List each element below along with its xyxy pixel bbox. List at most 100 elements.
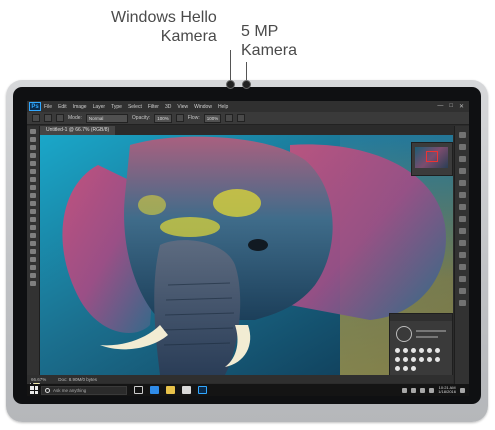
brush-tip-preset[interactable] bbox=[419, 348, 424, 353]
history-brush-tool-icon[interactable] bbox=[30, 201, 36, 206]
menu-3d[interactable]: 3D bbox=[165, 104, 171, 110]
mode-select[interactable]: Normal bbox=[85, 113, 128, 123]
shape-tool-icon[interactable] bbox=[30, 265, 36, 270]
marquee-tool-icon[interactable] bbox=[30, 137, 36, 142]
pressure-opacity-icon[interactable] bbox=[175, 114, 184, 122]
hand-tool-icon[interactable] bbox=[30, 273, 36, 278]
menu-select[interactable]: Select bbox=[128, 104, 142, 110]
menu-edit[interactable]: Edit bbox=[58, 104, 67, 110]
color-panel-icon[interactable] bbox=[459, 144, 466, 150]
brush-preset-picker[interactable] bbox=[44, 114, 52, 122]
brush-tool-icon[interactable] bbox=[32, 114, 40, 122]
tool-presets-panel-icon[interactable] bbox=[459, 288, 466, 294]
windows-hello-leader-line bbox=[230, 50, 231, 83]
menu-window[interactable]: Window bbox=[194, 104, 212, 110]
menu-type[interactable]: Type bbox=[111, 104, 122, 110]
menu-layer[interactable]: Layer bbox=[93, 104, 106, 110]
swatches-panel-icon[interactable] bbox=[459, 156, 466, 162]
5mp-camera-icon bbox=[242, 80, 251, 89]
navigator-view-box[interactable] bbox=[426, 151, 438, 162]
brush-panel-toggle[interactable] bbox=[56, 114, 64, 122]
brush-tip-preset[interactable] bbox=[435, 357, 440, 362]
eraser-tool-icon[interactable] bbox=[30, 209, 36, 214]
brush-hardness-slider[interactable] bbox=[416, 336, 438, 338]
cortana-search-box[interactable]: Ask me anything bbox=[41, 385, 127, 395]
eyedropper-tool-icon[interactable] bbox=[30, 169, 36, 174]
gradient-tool-icon[interactable] bbox=[30, 217, 36, 222]
healing-tool-icon[interactable] bbox=[30, 177, 36, 182]
paragraph-panel-icon[interactable] bbox=[459, 264, 466, 270]
styles-panel-icon[interactable] bbox=[459, 180, 466, 186]
file-explorer-icon[interactable] bbox=[166, 386, 175, 394]
brush-tip-preset[interactable] bbox=[411, 357, 416, 362]
edge-icon[interactable] bbox=[150, 386, 159, 394]
menu-file[interactable]: File bbox=[44, 104, 52, 110]
properties-panel-icon[interactable] bbox=[459, 228, 466, 234]
clone-stamp-tool-icon[interactable] bbox=[30, 193, 36, 198]
brush-tip-preset[interactable] bbox=[427, 348, 432, 353]
brush-tip-preset[interactable] bbox=[403, 357, 408, 362]
character-panel-icon[interactable] bbox=[459, 252, 466, 258]
navigator-panel[interactable] bbox=[411, 142, 453, 176]
brush-angle-dial[interactable] bbox=[396, 326, 412, 342]
path-select-tool-icon[interactable] bbox=[30, 257, 36, 262]
menu-filter[interactable]: Filter bbox=[148, 104, 159, 110]
quick-select-tool-icon[interactable] bbox=[30, 153, 36, 158]
battery-icon[interactable] bbox=[429, 387, 435, 393]
type-tool-icon[interactable] bbox=[30, 249, 36, 254]
info-panel-icon[interactable] bbox=[459, 240, 466, 246]
close-icon[interactable]: ✕ bbox=[459, 103, 464, 110]
paths-panel-icon[interactable] bbox=[459, 216, 466, 222]
zoom-level[interactable]: 66.67% bbox=[31, 377, 46, 382]
document-size-info[interactable]: Doc: 8.90M/0 bytes bbox=[58, 377, 97, 382]
menu-help[interactable]: Help bbox=[218, 104, 228, 110]
airbrush-icon[interactable] bbox=[225, 114, 234, 122]
lasso-tool-icon[interactable] bbox=[30, 145, 36, 150]
taskbar-clock[interactable]: 10:21 AM 1/18/2016 bbox=[438, 385, 456, 395]
dodge-tool-icon[interactable] bbox=[30, 233, 36, 238]
brush-tip-preset[interactable] bbox=[395, 357, 400, 362]
photoshop-icon[interactable] bbox=[198, 386, 207, 394]
blur-tool-icon[interactable] bbox=[30, 225, 36, 230]
layers-panel-icon[interactable] bbox=[459, 192, 466, 198]
brush-tip-preset[interactable] bbox=[435, 348, 440, 353]
store-icon[interactable] bbox=[182, 386, 191, 394]
crop-tool-icon[interactable] bbox=[30, 161, 36, 166]
search-placeholder: Ask me anything bbox=[53, 387, 87, 393]
opacity-field[interactable]: 100% bbox=[154, 113, 172, 123]
flow-field[interactable]: 100% bbox=[203, 113, 222, 123]
brush-tip-preset[interactable] bbox=[419, 357, 424, 362]
brush-tip-preset[interactable] bbox=[395, 366, 400, 371]
opacity-label: Opacity: bbox=[131, 115, 151, 121]
task-view-icon[interactable] bbox=[134, 386, 143, 394]
maximize-icon[interactable]: □ bbox=[449, 103, 453, 110]
brush-size-slider[interactable] bbox=[416, 330, 446, 332]
pressure-size-icon[interactable] bbox=[237, 114, 246, 122]
action-center-icon[interactable] bbox=[460, 387, 465, 393]
network-icon[interactable] bbox=[411, 387, 417, 393]
actions-panel-icon[interactable] bbox=[459, 300, 466, 306]
brush-panel-header[interactable] bbox=[390, 314, 452, 321]
brush-tip-preset[interactable] bbox=[411, 348, 416, 353]
brush-tip-preset[interactable] bbox=[411, 366, 416, 371]
chevron-up-icon[interactable] bbox=[402, 387, 408, 393]
windows-start-icon[interactable] bbox=[30, 386, 38, 394]
brush-tip-preset[interactable] bbox=[403, 366, 408, 371]
move-tool-icon[interactable] bbox=[30, 129, 36, 134]
zoom-tool-icon[interactable] bbox=[30, 281, 36, 286]
brush-tool-icon[interactable] bbox=[30, 185, 36, 190]
volume-icon[interactable] bbox=[420, 387, 426, 393]
brush-tip-preset[interactable] bbox=[427, 357, 432, 362]
adjustments-panel-icon[interactable] bbox=[459, 168, 466, 174]
pen-tool-icon[interactable] bbox=[30, 241, 36, 246]
menu-image[interactable]: Image bbox=[73, 104, 87, 110]
brush-settings-panel[interactable] bbox=[389, 313, 453, 377]
brush-tip-preset[interactable] bbox=[395, 348, 400, 353]
document-tab[interactable]: Untitled-1 @ 66.7% (RGB/8) bbox=[40, 126, 116, 135]
menu-view[interactable]: View bbox=[177, 104, 188, 110]
minimize-icon[interactable]: — bbox=[437, 103, 443, 110]
history-panel-icon[interactable] bbox=[459, 132, 466, 138]
channels-panel-icon[interactable] bbox=[459, 204, 466, 210]
brush-tip-preset[interactable] bbox=[403, 348, 408, 353]
brush-presets-panel-icon[interactable] bbox=[459, 276, 466, 282]
